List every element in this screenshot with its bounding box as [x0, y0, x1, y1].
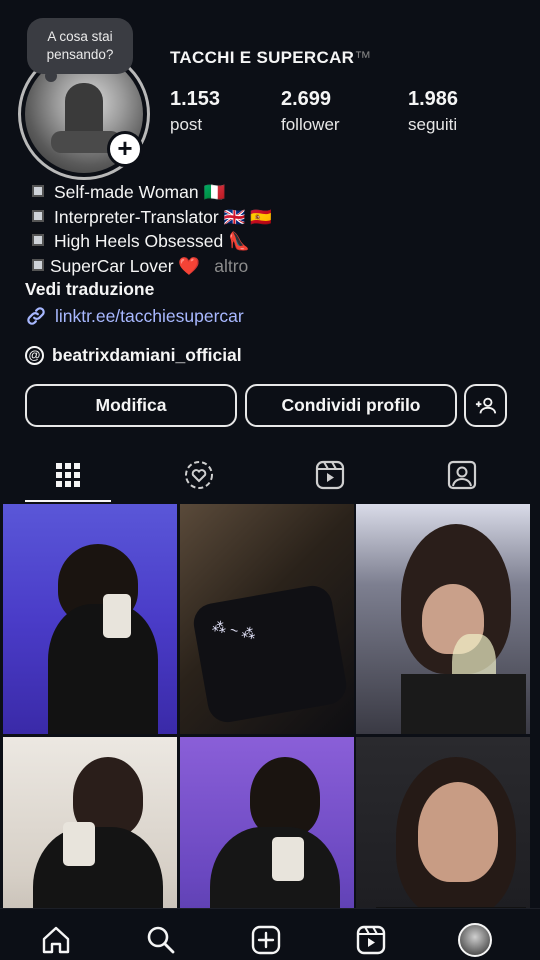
- bio-external-link[interactable]: linktr.ee/tacchiesupercar: [25, 305, 244, 327]
- link-icon: [27, 307, 45, 325]
- followers-count: 2.699: [281, 88, 332, 110]
- active-tab-indicator: [25, 500, 111, 502]
- add-story-plus-icon[interactable]: +: [107, 131, 143, 167]
- bio-line-text: SuperCar Lover: [50, 255, 174, 276]
- bottom-nav: [0, 908, 540, 960]
- posts-count: 1.153: [170, 88, 221, 110]
- bio-line-text: Interpreter-Translator: [54, 206, 219, 227]
- bullet-icon: [32, 234, 44, 246]
- collab-heart-icon[interactable]: [182, 458, 216, 492]
- note-text: A cosa stai pensando?: [46, 29, 114, 62]
- following-label: seguiti: [408, 115, 458, 134]
- profile-nav-avatar[interactable]: [458, 923, 492, 957]
- add-person-icon: [475, 397, 496, 413]
- followers-label: follower: [281, 115, 340, 134]
- search-icon[interactable]: [144, 923, 178, 957]
- bio-emoji: 🇮🇹: [203, 182, 226, 202]
- bio-more-link[interactable]: altro: [214, 256, 248, 276]
- bullet-icon: [32, 258, 44, 271]
- bio-line-text: High Heels Obsessed: [54, 231, 224, 251]
- bio-line: High Heels Obsessed 👠: [25, 229, 525, 254]
- bio-emoji: ❤️: [178, 255, 201, 276]
- posts-label: post: [170, 115, 203, 134]
- note-bubble[interactable]: A cosa stai pensando?: [27, 18, 133, 82]
- profile-username: TACCHI E SUPERCAR™: [170, 48, 372, 68]
- bio-line: SuperCar Lover ❤️ altro: [25, 254, 525, 279]
- link-text: linktr.ee/tacchiesupercar: [55, 305, 244, 326]
- profile-bio: Self-made Woman 🇮🇹 Interpreter-Translato…: [25, 180, 525, 278]
- reels-icon[interactable]: [313, 458, 347, 492]
- post-thumbnail[interactable]: [180, 737, 354, 908]
- bio-line: Self-made Woman 🇮🇹: [25, 180, 525, 205]
- posts-grid: ⁂ ~ ⁂: [0, 504, 540, 908]
- stat-posts[interactable]: 1.153 post: [170, 88, 220, 135]
- grid-icon[interactable]: [51, 458, 85, 492]
- post-thumbnail[interactable]: [356, 504, 530, 734]
- share-profile-button[interactable]: Condividi profilo: [245, 384, 457, 427]
- tagged-icon[interactable]: [445, 458, 479, 492]
- username-text: TACCHI E SUPERCAR: [170, 48, 355, 67]
- edit-profile-button[interactable]: Modifica: [25, 384, 237, 427]
- bio-line: Interpreter-Translator 🇬🇧 🇪🇸: [25, 205, 525, 230]
- bio-emoji: 👠: [228, 231, 250, 251]
- bio-emoji: 🇬🇧 🇪🇸: [223, 206, 273, 227]
- post-thumbnail[interactable]: [3, 504, 177, 734]
- bullet-icon: [32, 209, 44, 222]
- threads-icon: @: [25, 346, 44, 365]
- reels-nav-icon[interactable]: [354, 923, 388, 957]
- create-icon[interactable]: [249, 923, 283, 957]
- following-count: 1.986: [408, 88, 459, 110]
- threads-badge[interactable]: @ beatrixdamiani_official: [25, 345, 242, 366]
- see-translation-link[interactable]: Vedi traduzione: [25, 279, 154, 300]
- bullet-icon: [32, 185, 44, 197]
- bio-line-text: Self-made Woman: [54, 182, 199, 202]
- home-icon[interactable]: [39, 923, 73, 957]
- post-thumbnail[interactable]: [3, 737, 177, 908]
- post-thumbnail[interactable]: ⁂ ~ ⁂: [180, 504, 354, 734]
- stat-followers[interactable]: 2.699 follower: [281, 88, 340, 135]
- stat-following[interactable]: 1.986 seguiti: [408, 88, 458, 135]
- discover-people-button[interactable]: [464, 384, 507, 427]
- trademark-symbol: ™: [354, 48, 372, 67]
- post-thumbnail[interactable]: [356, 737, 530, 908]
- threads-handle: beatrixdamiani_official: [52, 345, 242, 365]
- profile-header: + A cosa stai pensando? TACCHI E SUPERCA…: [0, 0, 540, 180]
- profile-tabs: [0, 448, 540, 504]
